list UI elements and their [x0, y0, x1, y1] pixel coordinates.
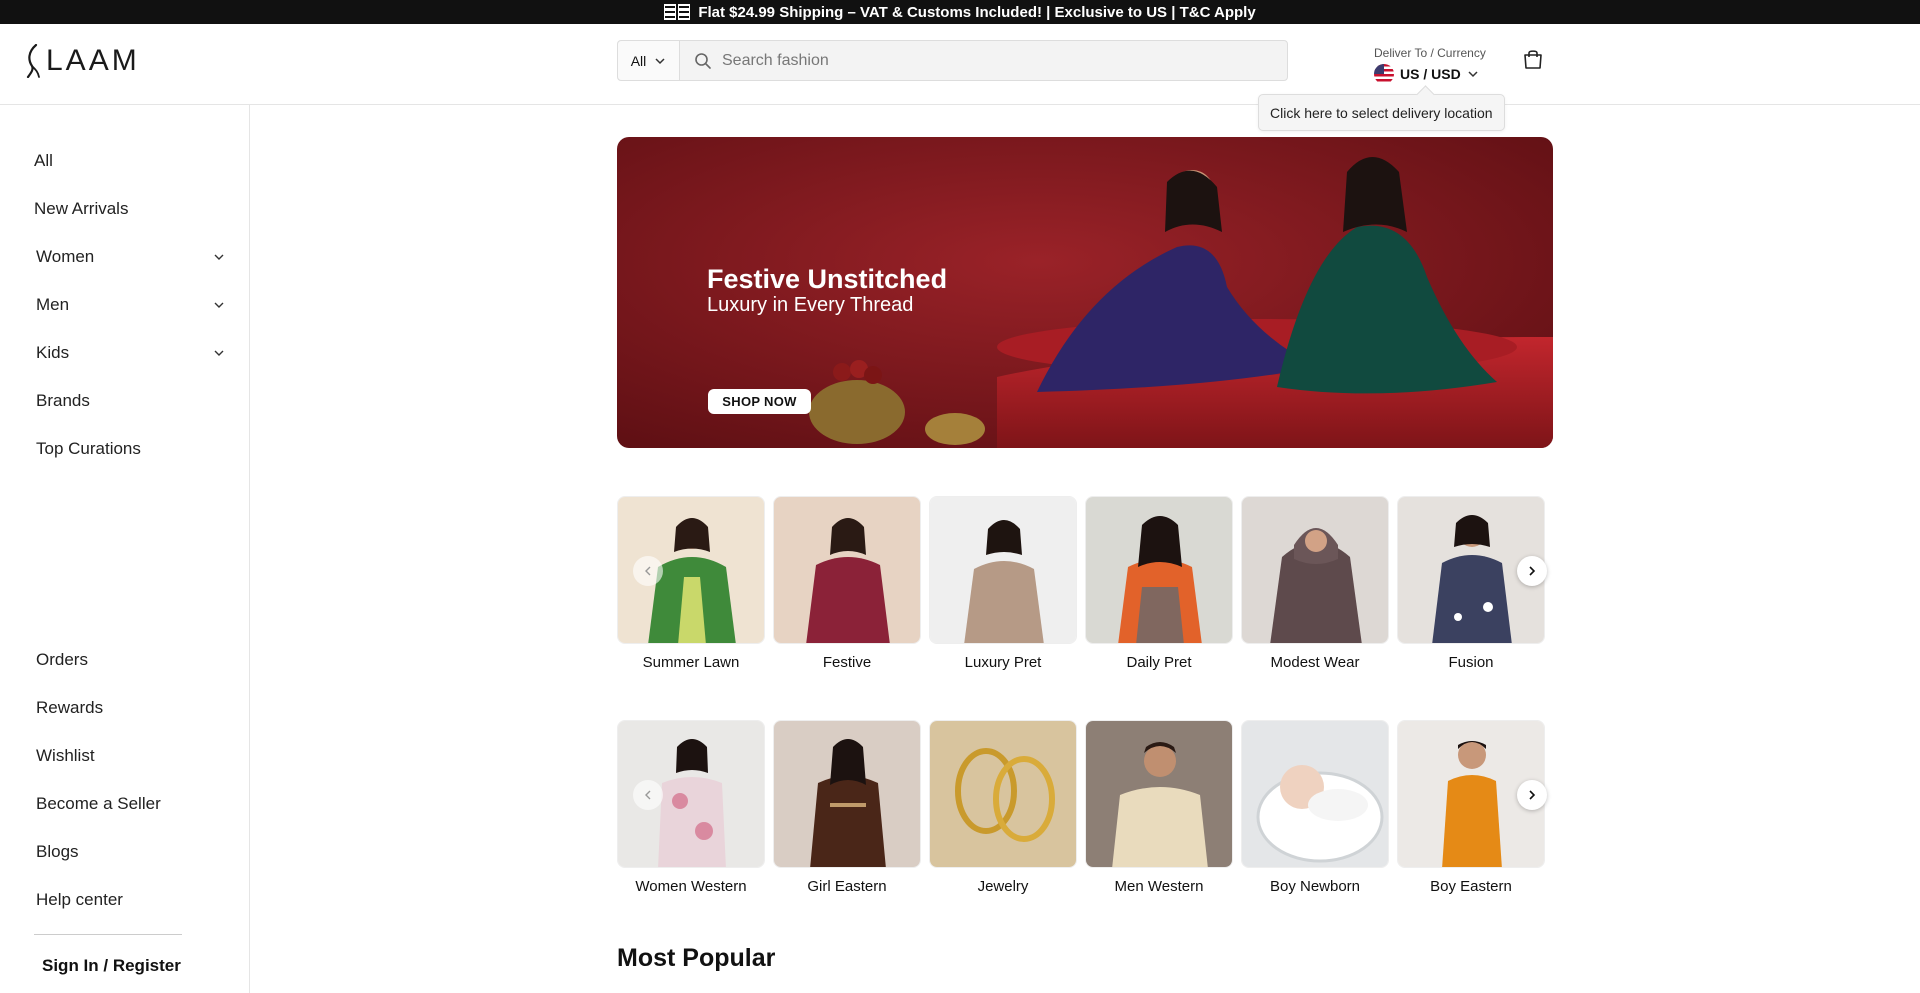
category-label: Festive: [822, 654, 872, 671]
sidebar-item-wishlist[interactable]: Wishlist: [36, 741, 226, 771]
sidebar-item-label: Wishlist: [36, 746, 95, 765]
flag-emoji-icon: [664, 4, 692, 20]
category-label: Fusion: [1448, 654, 1494, 671]
category-tile-girl-eastern[interactable]: Girl Eastern: [773, 720, 921, 895]
sign-in-register-link[interactable]: Sign In / Register: [42, 956, 181, 976]
sidebar-item-women[interactable]: Women: [36, 242, 226, 272]
search-icon: [695, 52, 711, 69]
category-tile-men-western[interactable]: Men Western: [1085, 720, 1233, 895]
category-image: [929, 720, 1077, 868]
category-label: Summer Lawn: [642, 654, 740, 671]
category-image: [1241, 720, 1389, 868]
sidebar-item-orders[interactable]: Orders: [36, 645, 226, 675]
us-flag-icon: [1374, 64, 1394, 84]
sidebar-item-new-arrivals[interactable]: New Arrivals: [34, 194, 224, 224]
shopping-bag-icon[interactable]: [1522, 48, 1544, 70]
category-tile-daily-pret[interactable]: Daily Pret: [1085, 496, 1233, 671]
logo-mark-icon: [26, 44, 40, 78]
announcement-text: Flat $24.99 Shipping – VAT & Customs Inc…: [698, 3, 1256, 21]
category-image: [1241, 496, 1389, 644]
carousel-next-button[interactable]: [1517, 556, 1547, 586]
carousel-prev-button[interactable]: [633, 556, 663, 586]
sidebar-item-help-center[interactable]: Help center: [36, 885, 226, 915]
sidebar-item-men[interactable]: Men: [36, 290, 226, 320]
category-image: [929, 496, 1077, 644]
most-popular-heading: Most Popular: [617, 944, 776, 972]
chevron-down-icon: [1468, 71, 1478, 78]
sidebar-item-blogs[interactable]: Blogs: [36, 837, 226, 867]
chevron-left-icon: [645, 566, 651, 576]
category-label: Girl Eastern: [807, 878, 887, 895]
category-image: [773, 720, 921, 868]
chevron-right-icon: [1529, 566, 1536, 576]
hero-subtitle: Luxury in Every Thread: [707, 294, 914, 316]
category-label: Daily Pret: [1126, 654, 1192, 671]
category-carousel-2: Women Western Girl Eastern Jewelry Men W…: [617, 720, 1553, 900]
announcement-bar: Flat $24.99 Shipping – VAT & Customs Inc…: [0, 0, 1920, 24]
category-tile-boy-newborn[interactable]: Boy Newborn: [1241, 720, 1389, 895]
chevron-right-icon: [1529, 790, 1536, 800]
category-image: [1085, 720, 1233, 868]
chevron-down-icon: [214, 302, 224, 308]
category-label: Boy Newborn: [1269, 878, 1361, 895]
search-bar: All: [617, 40, 1288, 81]
sidebar-item-rewards[interactable]: Rewards: [36, 693, 226, 723]
category-label: Men Western: [1114, 878, 1204, 895]
sidebar-item-kids[interactable]: Kids: [36, 338, 226, 368]
category-label: Luxury Pret: [964, 654, 1042, 671]
chevron-left-icon: [645, 790, 651, 800]
search-scope-label: All: [630, 52, 647, 69]
category-tile-festive[interactable]: Festive: [773, 496, 921, 671]
carousel-prev-button[interactable]: [633, 780, 663, 810]
sidebar-nav: All New Arrivals Women Men Kids Brands T…: [0, 105, 250, 993]
search-scope-dropdown[interactable]: All: [618, 41, 680, 80]
hero-title: Festive Unstitched: [707, 264, 948, 294]
chevron-down-icon: [655, 57, 665, 64]
search-input[interactable]: [722, 51, 1282, 70]
sidebar-item-all[interactable]: All: [34, 146, 224, 176]
delivery-location-tooltip: Click here to select delivery location: [1258, 94, 1505, 131]
category-image: [1085, 496, 1233, 644]
sidebar-item-label: All: [34, 151, 53, 170]
category-carousel-1: Summer Lawn Festive Luxury Pret Daily Pr…: [617, 496, 1553, 676]
sidebar-item-label: Top Curations: [36, 439, 141, 458]
site-header: LAAM All Deliver To / Currency: [0, 24, 1920, 105]
sidebar-item-label: Brands: [36, 391, 90, 410]
category-tile-luxury-pret[interactable]: Luxury Pret: [929, 496, 1077, 671]
chevron-down-icon: [214, 350, 224, 356]
sidebar-item-label: Men: [36, 295, 70, 314]
sidebar-item-top-curations[interactable]: Top Curations: [36, 434, 226, 464]
sidebar-item-label: Kids: [36, 343, 70, 362]
carousel-next-button[interactable]: [1517, 780, 1547, 810]
sidebar-item-label: Help center: [36, 890, 123, 909]
shop-now-button[interactable]: SHOP NOW: [708, 389, 811, 414]
sidebar-item-label: Become a Seller: [36, 794, 161, 813]
hero-banner[interactable]: Festive Unstitched Luxury in Every Threa…: [617, 137, 1553, 448]
logo-text: LAAM: [46, 44, 140, 77]
sidebar-item-label: Orders: [36, 650, 88, 669]
category-label: Women Western: [635, 878, 747, 895]
sidebar-item-label: Women: [36, 247, 95, 266]
category-image: [773, 496, 921, 644]
category-label: Modest Wear: [1270, 654, 1360, 671]
chevron-down-icon: [214, 254, 224, 260]
sidebar-item-brands[interactable]: Brands: [36, 386, 226, 416]
category-tile-modest-wear[interactable]: Modest Wear: [1241, 496, 1389, 671]
sidebar-item-become-seller[interactable]: Become a Seller: [36, 789, 226, 819]
delivery-currency-selector[interactable]: Deliver To / Currency US / USD: [1374, 46, 1486, 84]
sidebar-item-label: Blogs: [36, 842, 79, 861]
deliver-value: US / USD: [1400, 66, 1461, 82]
sidebar-divider: [34, 934, 182, 935]
category-tile-jewelry[interactable]: Jewelry: [929, 720, 1077, 895]
laam-logo[interactable]: LAAM: [26, 44, 140, 78]
category-label: Jewelry: [977, 878, 1029, 895]
deliver-label: Deliver To / Currency: [1374, 46, 1486, 60]
sidebar-item-label: New Arrivals: [34, 199, 129, 218]
category-label: Boy Eastern: [1430, 878, 1512, 895]
sidebar-item-label: Rewards: [36, 698, 104, 717]
